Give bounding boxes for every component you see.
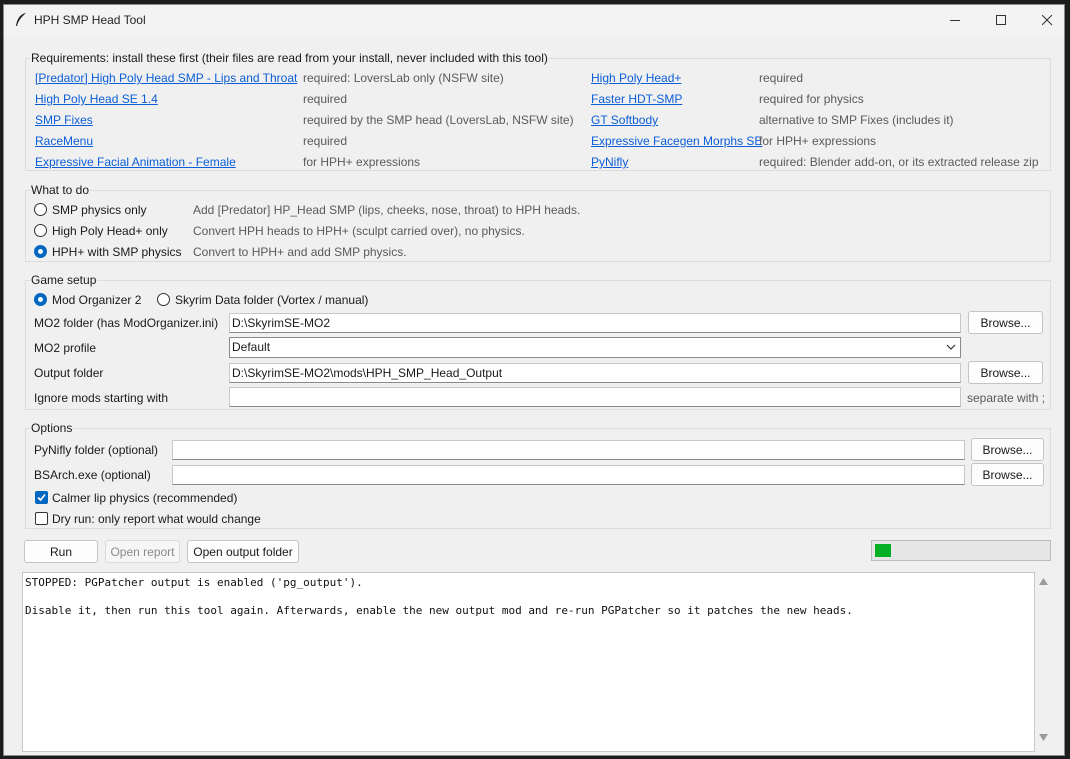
browse-output-folder-button[interactable]: Browse... (968, 361, 1043, 384)
browse-mo2-folder-button[interactable]: Browse... (968, 311, 1043, 334)
checkmark-icon (37, 493, 46, 502)
bsarch-input[interactable] (172, 465, 965, 485)
link-high-poly-head-plus[interactable]: High Poly Head+ (591, 71, 681, 85)
label-calmer-lip-physics[interactable]: Calmer lip physics (recommended) (52, 491, 237, 505)
progress-bar (871, 540, 1051, 561)
chevron-down-icon (946, 344, 956, 350)
label-mo2-folder: MO2 folder (has ModOrganizer.ini) (34, 316, 219, 330)
maximize-icon (995, 14, 1006, 25)
note-predator-hph-smp: required: LoversLab only (NSFW site) (303, 71, 504, 85)
radio-high-poly-head-plus-only[interactable] (34, 224, 47, 237)
note-expressive-facial-animation: for HPH+ expressions (303, 155, 421, 169)
link-faster-hdt-smp[interactable]: Faster HDT-SMP (591, 92, 682, 106)
note-faster-hdt-smp: required for physics (759, 92, 864, 106)
calmer-lip-physics-checkbox[interactable] (35, 491, 48, 504)
note-smp-fixes: required by the SMP head (LoversLab, NSF… (303, 113, 574, 127)
label-ignore-mods: Ignore mods starting with (34, 391, 169, 405)
maximize-button[interactable] (978, 5, 1024, 35)
radio-skyrim-data-folder[interactable] (157, 293, 170, 306)
link-expressive-facial-animation[interactable]: Expressive Facial Animation - Female (35, 155, 236, 169)
run-button[interactable]: Run (24, 540, 98, 563)
feather-icon (16, 13, 26, 26)
ignore-mods-input[interactable] (229, 387, 961, 407)
link-gt-softbody[interactable]: GT Softbody (591, 113, 658, 127)
radio-mod-organizer-2[interactable] (34, 293, 47, 306)
mo2-profile-select[interactable]: Default (229, 337, 961, 358)
label-mod-organizer-2[interactable]: Mod Organizer 2 (52, 293, 141, 307)
label-pynifly-folder: PyNifly folder (optional) (34, 443, 159, 457)
desc-high-poly-head-plus-only: Convert HPH heads to HPH+ (sculpt carrie… (193, 224, 525, 238)
open-output-folder-button[interactable]: Open output folder (187, 540, 299, 563)
options-title: Options (30, 421, 74, 435)
app-window: HPH SMP Head Tool Requirements: install … (3, 4, 1065, 756)
note-gt-softbody: alternative to SMP Fixes (includes it) (759, 113, 954, 127)
note-high-poly-head-se: required (303, 92, 348, 106)
ignore-mods-hint: separate with ; (967, 391, 1046, 405)
note-pynifly: required: Blender add-on, or its extract… (759, 155, 1039, 169)
browse-pynifly-button[interactable]: Browse... (971, 438, 1044, 461)
title-bar: HPH SMP Head Tool (4, 5, 1064, 35)
log-scrollbar[interactable] (1035, 572, 1052, 752)
browse-bsarch-button[interactable]: Browse... (971, 463, 1044, 486)
link-pynifly[interactable]: PyNifly (591, 155, 628, 169)
dry-run-checkbox[interactable] (35, 512, 48, 525)
link-expressive-facegen-morphs[interactable]: Expressive Facegen Morphs SE (591, 134, 762, 148)
label-mo2-profile: MO2 profile (34, 341, 97, 355)
close-icon (1041, 14, 1052, 25)
note-expressive-facegen-morphs: for HPH+ expressions (759, 134, 877, 148)
minimize-icon (949, 19, 960, 21)
scroll-down-icon[interactable] (1039, 734, 1048, 741)
mo2-profile-value: Default (232, 340, 271, 354)
scroll-up-icon[interactable] (1039, 578, 1048, 585)
radio-smp-physics-only[interactable] (34, 203, 47, 216)
minimize-button[interactable] (932, 5, 978, 35)
label-output-folder: Output folder (34, 366, 104, 380)
label-dry-run[interactable]: Dry run: only report what would change (52, 512, 261, 526)
requirements-title: Requirements: install these first (their… (30, 51, 549, 65)
window-title: HPH SMP Head Tool (34, 13, 146, 27)
label-bsarch: BSArch.exe (optional) (34, 468, 151, 482)
what-to-do-title: What to do (30, 183, 91, 197)
label-high-poly-head-plus-only[interactable]: High Poly Head+ only (52, 224, 168, 238)
note-racemenu: required (303, 134, 348, 148)
label-smp-physics-only[interactable]: SMP physics only (52, 203, 146, 217)
desc-hph-plus-with-smp: Convert to HPH+ and add SMP physics. (193, 245, 407, 259)
pynifly-folder-input[interactable] (172, 440, 965, 460)
game-setup-title: Game setup (30, 273, 98, 287)
label-hph-plus-with-smp[interactable]: HPH+ with SMP physics (52, 245, 182, 259)
radio-hph-plus-with-smp[interactable] (34, 245, 47, 258)
link-smp-fixes[interactable]: SMP Fixes (35, 113, 93, 127)
output-folder-input[interactable]: D:\SkyrimSE-MO2\mods\HPH_SMP_Head_Output (229, 363, 961, 383)
label-skyrim-data-folder[interactable]: Skyrim Data folder (Vortex / manual) (175, 293, 368, 307)
link-racemenu[interactable]: RaceMenu (35, 134, 93, 148)
output-log[interactable]: STOPPED: PGPatcher output is enabled ('p… (22, 572, 1035, 752)
desc-smp-physics-only: Add [Predator] HP_Head SMP (lips, cheeks… (193, 203, 581, 217)
mo2-folder-input[interactable]: D:\SkyrimSE-MO2 (229, 313, 961, 333)
open-report-button[interactable]: Open report (105, 540, 180, 563)
note-high-poly-head-plus: required (759, 71, 804, 85)
close-button[interactable] (1024, 5, 1064, 35)
link-predator-hph-smp[interactable]: [Predator] High Poly Head SMP - Lips and… (35, 71, 297, 85)
link-high-poly-head-se[interactable]: High Poly Head SE 1.4 (35, 92, 158, 106)
progress-fill (875, 544, 891, 557)
